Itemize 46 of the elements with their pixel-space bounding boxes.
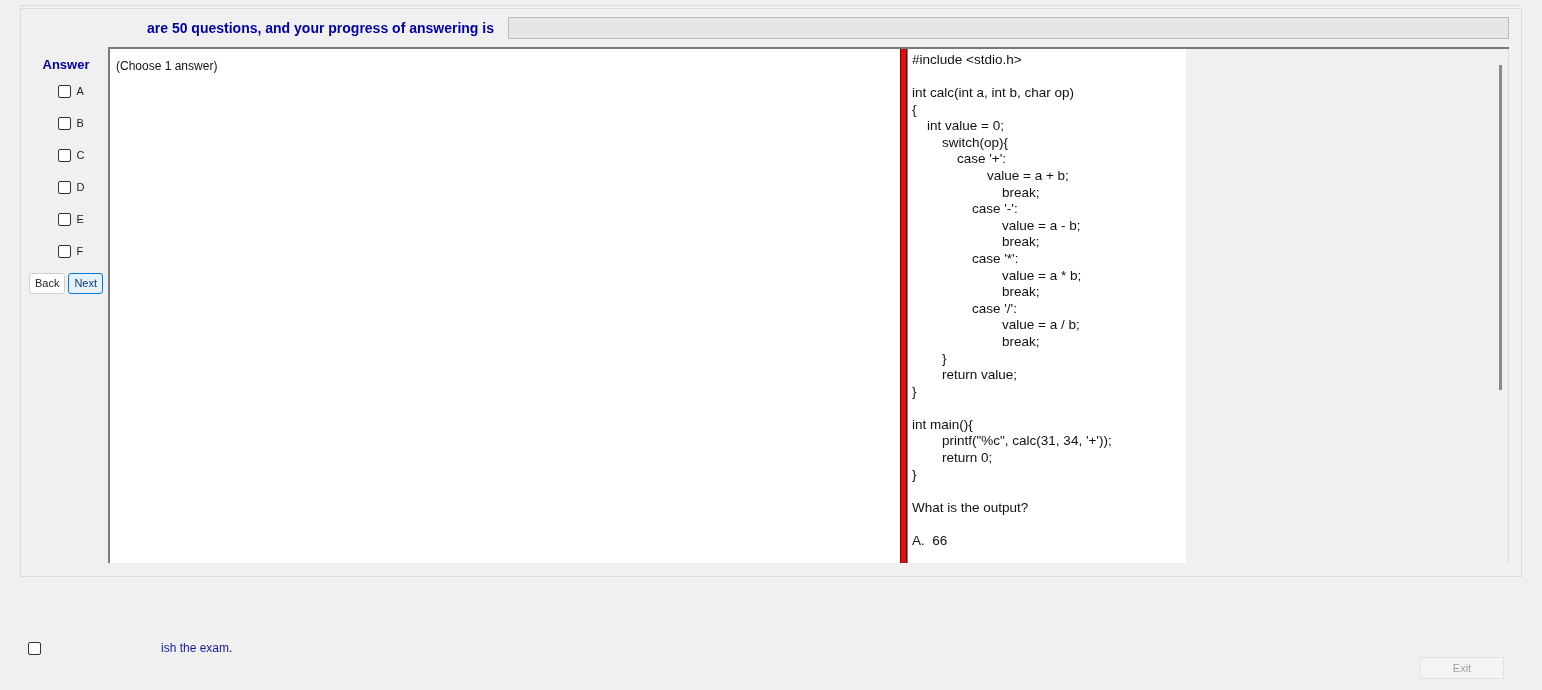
code-line: int main(){ [912,416,974,434]
instruction-text: (Choose 1 answer) [116,59,218,73]
code-line: case '/': [971,300,1018,318]
option-label: B [76,116,84,132]
code-line: case '-': [971,201,1019,218]
checkbox[interactable] [57,245,71,258]
code-line: printf("%c", calc(31, 34, '+')); [941,433,1113,451]
next-button[interactable]: Next [68,272,104,294]
code-line: } [941,350,948,368]
option-label: D [76,180,85,196]
code-line: value = a / b; [1001,317,1081,334]
code-line: } [912,466,918,484]
code-line: } [912,383,918,401]
code-line: int calc(int a, int b, char op) [912,85,1076,102]
option-label: C [76,148,85,164]
code-line: break; [1001,284,1041,301]
progress-label: are 50 questions, and your progress of answering is [147,18,494,38]
code-line: return 0; [941,450,994,467]
checkbox[interactable] [57,149,71,162]
option-label: A [76,84,84,100]
code-line: case '*': [971,251,1020,268]
code-line: { [912,101,918,119]
code-line: value = a * b; [1001,267,1083,285]
back-button[interactable]: Back [28,272,66,294]
answer-heading: Answer [42,56,90,74]
code-line: int value = 0; [926,118,1005,135]
code-line: value = a - b; [1001,217,1082,235]
scrollbar[interactable] [1499,65,1502,390]
option-label: E [76,212,84,228]
finish-confirm-label: ish the exam. [161,640,233,657]
code-line: value = a + b; [986,168,1070,185]
code-line: break; [1001,234,1041,252]
checkbox[interactable] [57,181,71,194]
code-line: #include <stdio.h> [912,52,1023,69]
checkbox[interactable] [28,641,41,655]
code-line: break; [1001,334,1041,351]
checkbox[interactable] [57,117,71,130]
code-line: return value; [941,367,1019,384]
code-line: switch(op){ [941,134,1010,152]
option-label: F [76,244,84,260]
code-line: break; [1001,184,1041,202]
checkbox[interactable] [57,213,71,226]
code-line: case '+': [956,151,1008,169]
checkbox[interactable] [57,85,71,98]
code-line: What is the output? [912,499,1030,517]
code-line: A. 66 [912,532,949,550]
